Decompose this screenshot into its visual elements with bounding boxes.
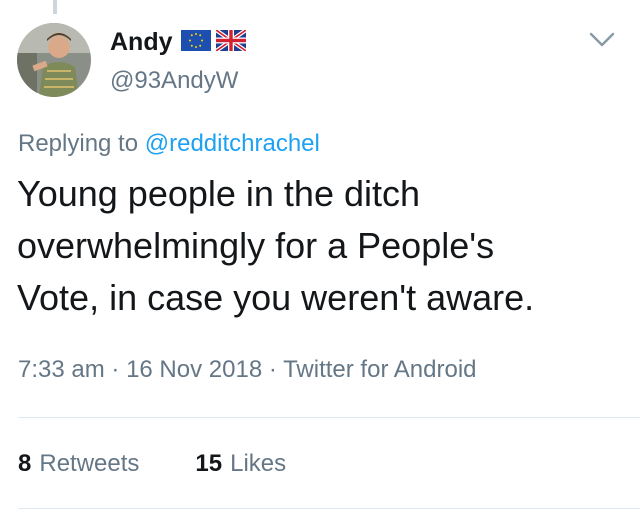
author-name-row[interactable]: Andy xyxy=(110,27,247,57)
author-display-name[interactable]: Andy xyxy=(110,28,173,57)
tweet-metadata: 7:33 am · 16 Nov 2018 · Twitter for Andr… xyxy=(18,356,477,384)
tweet-text-line: Young people in the ditch xyxy=(17,173,421,214)
tweet-text: Young people in the ditch overwhelmingly… xyxy=(17,168,627,324)
retweets-label: Retweets xyxy=(39,450,140,477)
likes-count: 15 xyxy=(195,450,223,477)
retweets-stat[interactable]: 8 Retweets xyxy=(18,450,139,478)
chevron-down-icon[interactable] xyxy=(588,30,616,50)
meta-separator: · xyxy=(268,356,277,383)
replying-to-label: Replying to xyxy=(18,130,139,157)
thread-connector-line xyxy=(53,0,57,14)
tweet-date[interactable]: 16 Nov 2018 xyxy=(126,356,262,383)
uk-flag-icon xyxy=(214,27,247,56)
tweet-source[interactable]: Twitter for Android xyxy=(283,356,476,383)
likes-stat[interactable]: 15 Likes xyxy=(195,450,286,478)
avatar-photo xyxy=(17,23,91,97)
meta-separator: · xyxy=(111,356,120,383)
tweet-text-line: overwhelmingly for a People's xyxy=(17,225,495,266)
retweets-count: 8 xyxy=(18,450,32,477)
eu-flag-icon xyxy=(180,29,211,56)
tweet-time[interactable]: 7:33 am xyxy=(18,356,105,383)
reply-mention-link[interactable]: @redditchrachel xyxy=(145,130,320,157)
divider xyxy=(18,508,640,509)
engagement-stats: 8 Retweets 15 Likes xyxy=(18,450,286,478)
avatar[interactable] xyxy=(17,23,91,97)
divider xyxy=(18,417,640,418)
replying-to-line: Replying to @redditchrachel xyxy=(18,130,320,158)
author-handle[interactable]: @93AndyW xyxy=(110,67,238,95)
likes-label: Likes xyxy=(230,450,287,477)
tweet-text-line: Vote, in case you weren't aware. xyxy=(17,277,535,318)
